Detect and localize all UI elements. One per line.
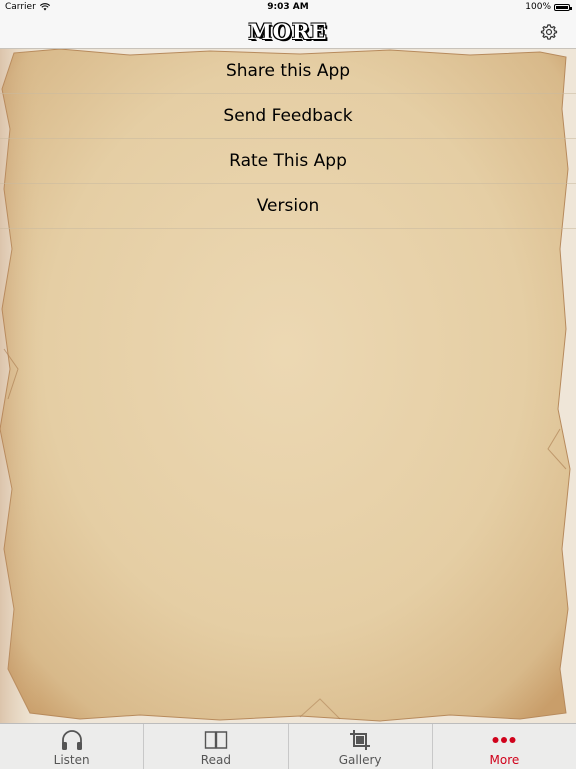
settings-button[interactable] [540, 23, 558, 41]
headphones-icon [61, 730, 82, 750]
crop-icon [350, 730, 371, 750]
status-time: 9:03 AM [267, 2, 309, 12]
tab-listen-label: Listen [53, 753, 90, 767]
rate-app-item[interactable]: Rate This App [0, 139, 576, 184]
battery-indicator: 100% [525, 2, 572, 12]
rate-app-label: Rate This App [229, 151, 347, 171]
more-dots-icon [492, 737, 516, 743]
content-area: Share this App Send Feedback Rate This A… [0, 49, 576, 723]
tab-gallery-label: Gallery [338, 753, 382, 767]
battery-icon [554, 3, 572, 11]
version-item[interactable]: Version [0, 184, 576, 229]
navigation-bar: MORE [0, 16, 576, 49]
version-label: Version [256, 196, 320, 216]
more-menu-list: Share this App Send Feedback Rate This A… [0, 49, 576, 229]
tab-listen[interactable]: Listen [0, 724, 145, 769]
tab-more-label: More [489, 753, 520, 767]
book-icon [204, 731, 228, 749]
tab-gallery[interactable]: Gallery [289, 724, 433, 769]
battery-percent: 100% [525, 2, 551, 12]
send-feedback-label: Send Feedback [223, 106, 353, 126]
share-app-item[interactable]: Share this App [0, 49, 576, 94]
tab-read-label: Read [200, 753, 231, 767]
share-app-label: Share this App [225, 61, 351, 81]
tab-read[interactable]: Read [144, 724, 289, 769]
gear-icon [540, 24, 558, 40]
page-title: MORE [248, 19, 328, 44]
tab-bar: Listen Read Gallery More [0, 723, 576, 769]
tab-more[interactable]: More [433, 724, 576, 769]
status-bar: Carrier 9:03 AM 100% [0, 0, 576, 16]
send-feedback-item[interactable]: Send Feedback [0, 94, 576, 139]
